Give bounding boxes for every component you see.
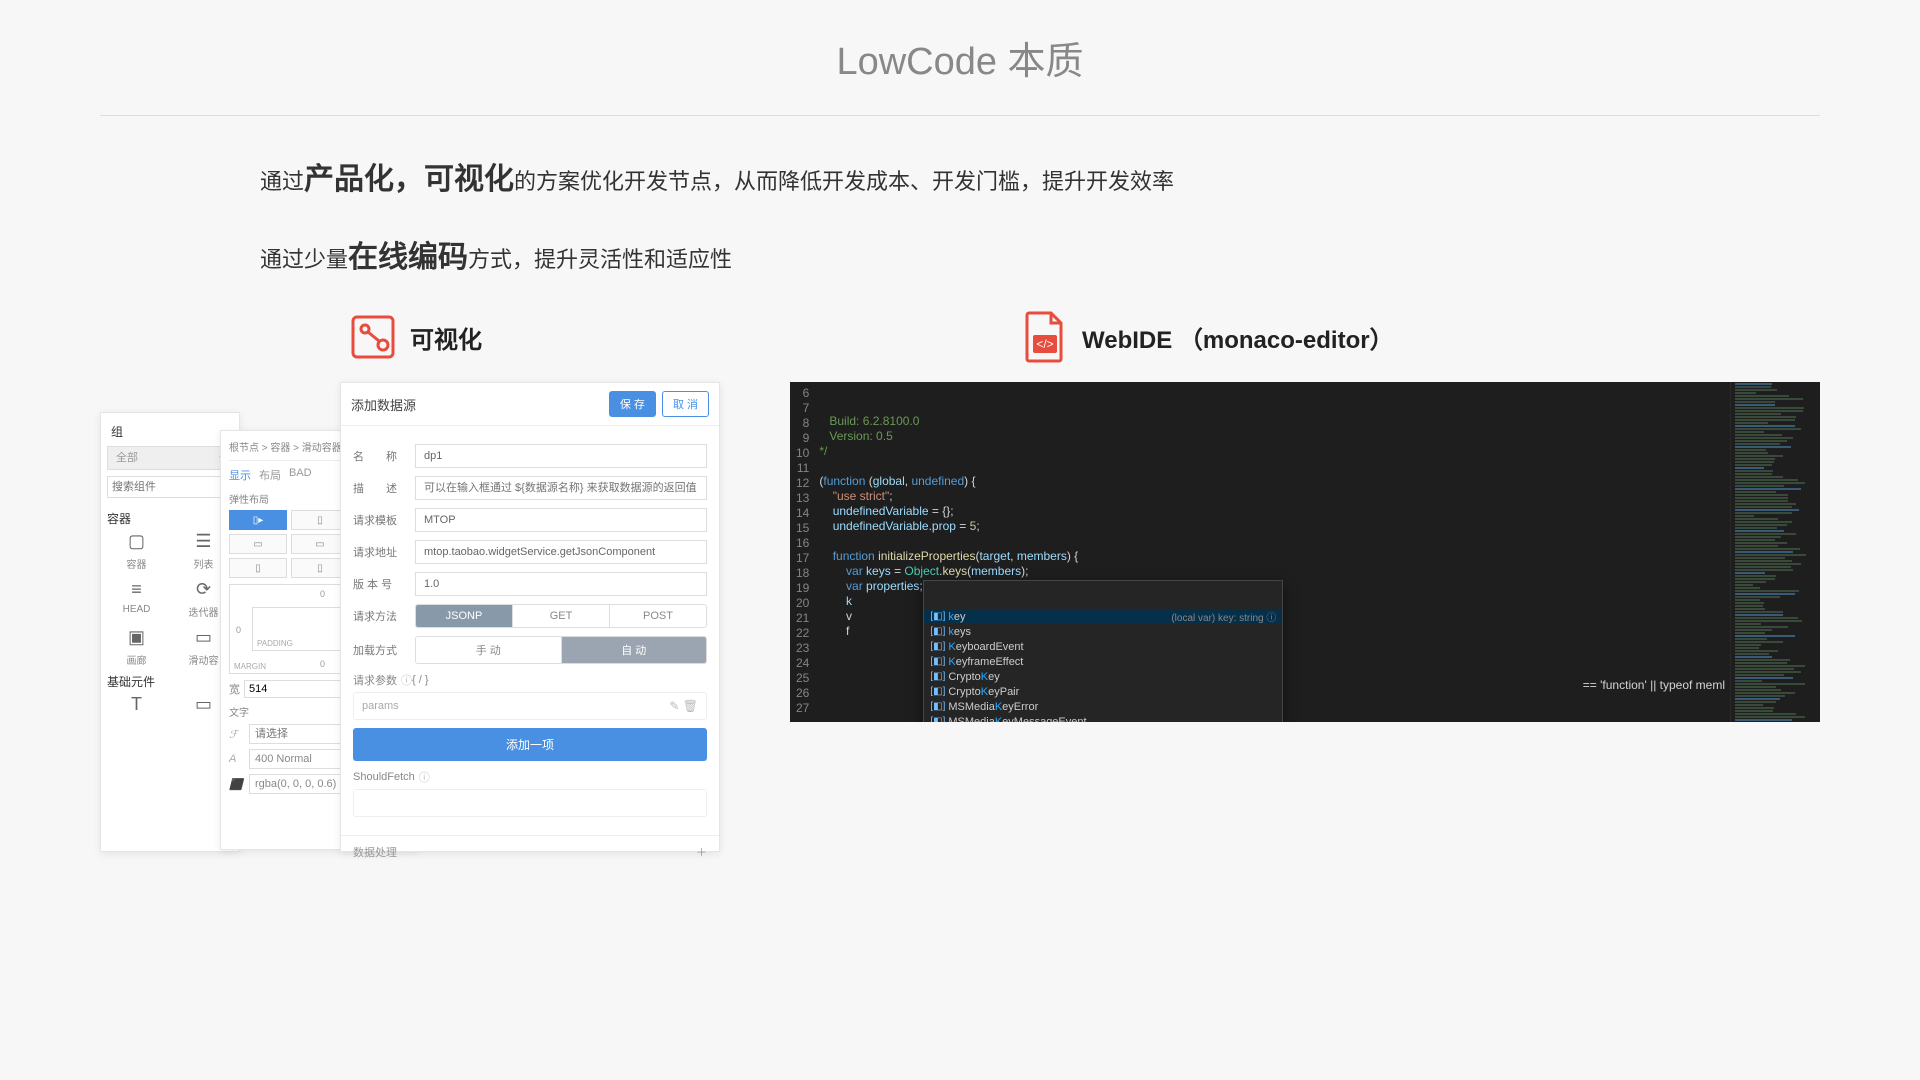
subtitle-2: 通过少量在线编码方式，提升灵活性和适应性 [260,234,1820,282]
suggestion-item[interactable]: [◧]MSMediaKeyMessageEvent [924,714,1282,722]
page-title: LowCode 本质 [100,30,1820,116]
cancel-button[interactable]: 取 消 [662,391,709,417]
suggestion-item[interactable]: [◧]CryptoKey [924,669,1282,684]
ds-version-input[interactable] [415,572,707,596]
suggestion-item[interactable]: [◧]KeyframeEffect [924,654,1282,669]
palette-search-input[interactable] [107,476,233,498]
suggestion-item[interactable]: [◧]key(local var) key: string ⓘ [924,609,1282,624]
ds-desc-input[interactable] [415,476,707,500]
palette-item[interactable]: ▢容器 [107,531,166,571]
suggestion-item[interactable]: [◧]KeyboardEvent [924,639,1282,654]
palette-filter-select[interactable]: 全部 [107,446,233,470]
suggestion-item[interactable]: [◧]CryptoKeyPair [924,684,1282,699]
load-mode-segment[interactable]: 手 动 自 动 [415,636,707,664]
palette-item[interactable]: T [107,694,166,719]
flowchart-icon [348,312,398,362]
palette-item[interactable]: ▣画廊 [107,627,166,667]
suggestion-item[interactable]: [◧]MSMediaKeyError [924,699,1282,714]
ds-template-input[interactable] [415,508,707,532]
shouldfetch-input[interactable] [353,789,707,817]
datasource-modal: 添加数据源 保 存 取 消 名 称 描 述 请求模板 请求地址 版 本 号 请求… [340,382,720,852]
param-chip[interactable]: params✎ 🗑 [353,692,707,720]
right-section-label: WebIDE （monaco-editor） [1082,320,1394,355]
subtitle-1: 通过产品化，可视化的方案优化开发节点，从而降低开发成本、开发门槛，提升开发效率 [260,156,1820,204]
code-file-icon: </> [1020,312,1070,362]
code-tail: == 'function' || typeof meml [1583,678,1725,692]
ds-name-input[interactable] [415,444,707,468]
save-button[interactable]: 保 存 [609,391,656,417]
suggestion-item[interactable]: [◧]keys [924,624,1282,639]
add-param-button[interactable]: 添加一项 [353,728,707,761]
request-method-segment[interactable]: JSONP GET POST [415,604,707,628]
left-section-label: 可视化 [410,320,482,355]
svg-text:</>: </> [1036,337,1053,351]
palette-item[interactable]: ≡HEAD [107,579,166,619]
expand-icon[interactable]: ＋ [696,844,707,860]
code-editor[interactable]: 6789101112131415161718192021222324252627… [790,382,1820,722]
minimap[interactable] [1730,382,1820,722]
component-palette: 组 全部 容器 ▢容器☰列表≡HEAD⟳迭代器▣画廊▭滑动容 基础元件 T▭ [100,412,240,852]
ds-url-input[interactable] [415,540,707,564]
modal-title: 添加数据源 [351,395,416,414]
autocomplete-popup[interactable]: [◧]key(local var) key: string ⓘ[◧]keys[◧… [923,580,1283,722]
